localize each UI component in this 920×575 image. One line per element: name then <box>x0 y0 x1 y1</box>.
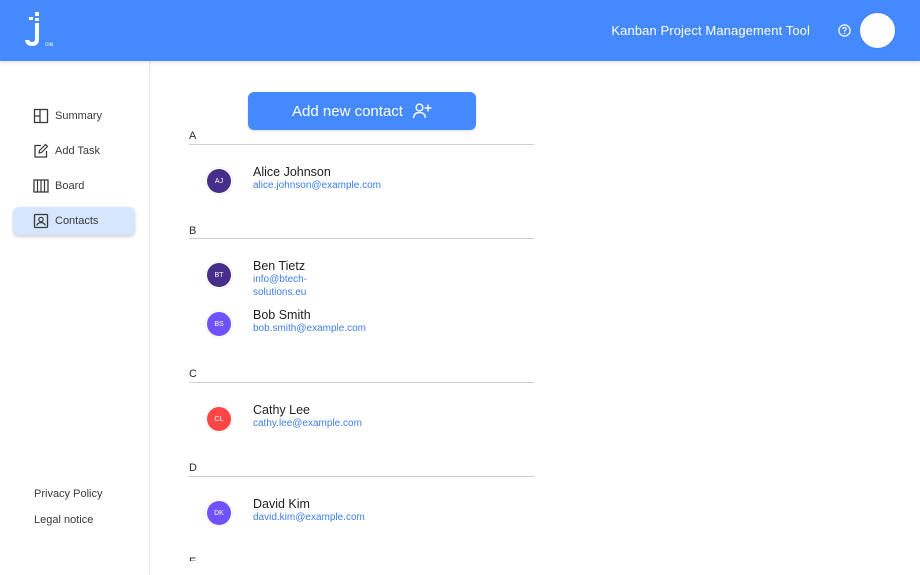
group-letter: A <box>189 130 197 142</box>
svg-text:OIN: OIN <box>45 42 53 48</box>
contact-name: Bob Smith <box>253 308 311 322</box>
group-divider <box>189 144 534 145</box>
board-icon <box>33 178 49 194</box>
sidebar-item-add-task[interactable]: Add Task <box>13 137 135 165</box>
group-letter: B <box>189 225 197 237</box>
sidebar: Summary Add Task Board Contacts Privacy … <box>0 61 150 575</box>
sidebar-item-label: Summary <box>55 110 103 122</box>
contact-avatar: CL <box>206 406 232 432</box>
contact-avatar: BS <box>206 311 232 337</box>
sidebar-item-label: Add Task <box>55 145 101 157</box>
app-title: Kanban Project Management Tool <box>611 23 810 38</box>
group-divider <box>189 382 534 383</box>
contact-avatar: BT <box>206 262 232 288</box>
contact-email: alice.johnson@example.com <box>253 180 381 191</box>
add-contact-label: Add new contact <box>292 102 403 120</box>
contact-email: cathy.lee@example.com <box>253 418 362 429</box>
join-logo-icon[interactable]: OIN <box>24 12 58 48</box>
sidebar-item-label: Contacts <box>55 215 99 227</box>
sidebar-item-contacts[interactable]: Contacts <box>13 207 135 235</box>
contact-email: info@btech-solutions.eu <box>253 274 308 298</box>
contact-avatar: DK <box>206 500 232 526</box>
user-avatar[interactable] <box>860 13 895 48</box>
contact-name: David Kim <box>253 497 310 511</box>
sidebar-item-summary[interactable]: Summary <box>13 102 135 130</box>
add-new-contact-button[interactable]: Add new contact <box>248 92 476 130</box>
sidebar-item-label: Board <box>55 180 85 192</box>
contacts-icon <box>33 213 49 229</box>
privacy-policy-link[interactable]: Privacy Policy <box>34 488 102 500</box>
app-header: OIN Kanban Project Management Tool <box>0 0 920 61</box>
contact-avatar: AJ <box>206 168 232 194</box>
add-task-icon <box>33 143 49 159</box>
person-add-icon <box>412 102 432 120</box>
contact-email: bob.smith@example.com <box>253 323 366 334</box>
group-letter: E <box>189 556 196 561</box>
contact-name: Ben Tietz <box>253 259 306 273</box>
group-letter: D <box>189 462 197 474</box>
contact-name: Cathy Lee <box>253 403 310 417</box>
group-divider <box>189 238 534 239</box>
summary-icon <box>33 108 49 124</box>
help-icon[interactable] <box>838 24 851 37</box>
sidebar-item-board[interactable]: Board <box>13 172 135 200</box>
contact-email: david.kim@example.com <box>253 512 365 523</box>
group-divider <box>189 476 534 477</box>
group-letter: C <box>189 368 197 380</box>
legal-notice-link[interactable]: Legal notice <box>34 514 93 526</box>
contacts-list-panel: Add new contact A AJ Alice Johnson alice… <box>150 61 920 575</box>
contact-name: Alice Johnson <box>253 165 331 179</box>
